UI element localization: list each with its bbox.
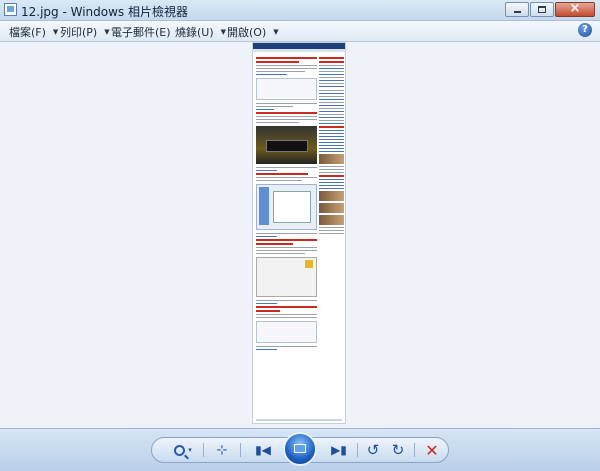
minimize-icon [514, 11, 521, 13]
slideshow-icon [294, 444, 306, 453]
magnifier-icon [174, 444, 186, 456]
image-article-column [256, 55, 317, 352]
menu-open[interactable]: 開啟(O) ▼ [227, 24, 279, 40]
toolbar-separator [414, 443, 415, 457]
menu-print[interactable]: 列印(P) ▼ [60, 24, 110, 40]
next-icon: ▶▮ [331, 443, 347, 457]
next-button[interactable]: ▶▮ [328, 439, 350, 461]
help-icon[interactable]: ? [578, 23, 592, 37]
menu-email-label: 電子郵件(E) [111, 26, 171, 39]
menu-burn-label: 燒錄(U) [175, 26, 214, 39]
previous-icon: ▮◀ [255, 443, 271, 457]
delete-icon: ✕ [425, 440, 439, 460]
image-page-nav [253, 49, 345, 52]
chevron-down-icon: ▼ [273, 28, 279, 36]
displayed-image [252, 42, 346, 424]
menu-file[interactable]: 檔案(F) ▼ [9, 24, 58, 40]
toolbar-separator [240, 443, 241, 457]
close-button[interactable]: × [555, 1, 595, 17]
zoom-button[interactable]: ▾ [170, 439, 196, 461]
close-icon: × [569, 1, 581, 16]
window-controls: × [504, 1, 595, 17]
previous-button[interactable]: ▮◀ [252, 439, 274, 461]
chevron-down-icon: ▼ [52, 28, 59, 36]
rotate-clockwise-button[interactable]: ↻ [387, 439, 409, 461]
slideshow-button[interactable] [283, 432, 317, 466]
chevron-down-icon: ▼ [104, 28, 110, 36]
maximize-button[interactable] [530, 2, 554, 17]
image-sidebar-column [319, 55, 344, 236]
menu-email[interactable]: 電子郵件(E) [111, 24, 171, 40]
rotate-clockwise-icon: ↻ [391, 441, 405, 459]
delete-button[interactable]: ✕ [421, 439, 443, 461]
menu-open-label: 開啟(O) [227, 26, 267, 39]
title-bar: 12.jpg - Windows 相片檢視器 × [0, 0, 600, 21]
menu-bar: 檔案(F) ▼ 列印(P) ▼ 電子郵件(E) 燒錄(U) ▼ 開啟(O) ▼ ? [0, 21, 600, 42]
toolbar-separator [203, 443, 204, 457]
menu-print-label: 列印(P) [60, 26, 98, 39]
maximize-icon [538, 6, 546, 13]
chevron-down-icon: ▼ [220, 28, 227, 36]
image-page-footer [256, 419, 342, 421]
window-title: 12.jpg - Windows 相片檢視器 [21, 5, 188, 19]
actual-size-icon: ⊹ [216, 442, 228, 458]
chevron-down-icon: ▾ [188, 446, 192, 454]
minimize-button[interactable] [505, 2, 529, 17]
actual-size-button[interactable]: ⊹ [211, 439, 233, 461]
rotate-counterclockwise-button[interactable]: ↺ [362, 439, 384, 461]
toolbar-separator [357, 443, 358, 457]
image-viewport [0, 42, 600, 428]
photo-viewer-app-icon [4, 3, 17, 16]
menu-burn[interactable]: 燒錄(U) ▼ [175, 24, 226, 40]
menu-file-label: 檔案(F) [9, 26, 46, 39]
rotate-counterclockwise-icon: ↺ [366, 441, 380, 459]
